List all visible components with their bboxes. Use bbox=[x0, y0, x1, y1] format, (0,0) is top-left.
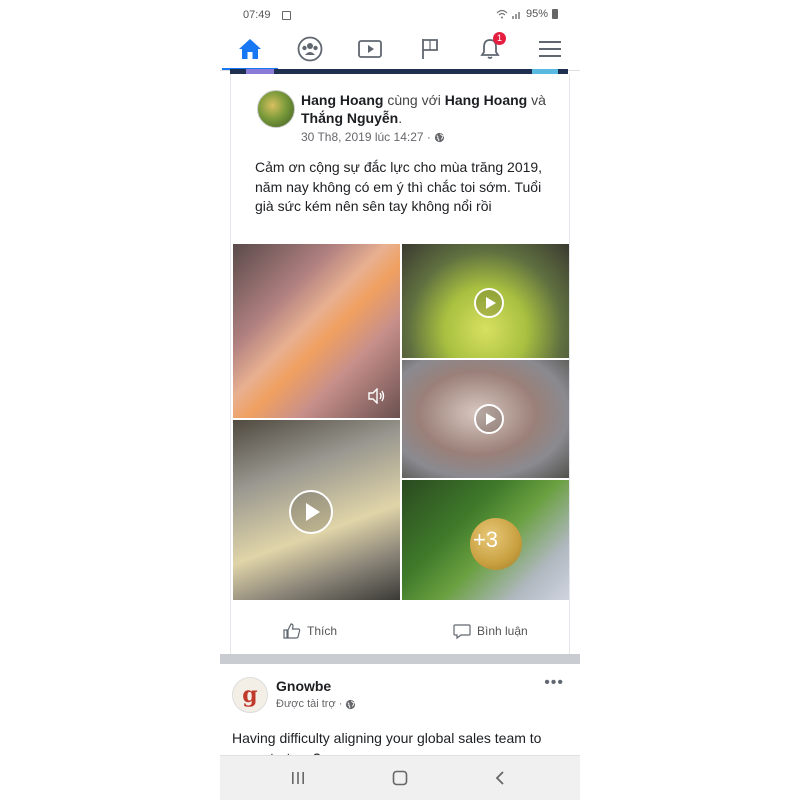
back-button[interactable] bbox=[480, 768, 520, 788]
like-label: Thích bbox=[307, 624, 338, 638]
media-video-3[interactable] bbox=[402, 360, 569, 478]
media-photo-more[interactable]: +3 bbox=[402, 480, 569, 600]
flag-icon bbox=[422, 39, 438, 59]
hamburger-menu-icon bbox=[539, 41, 561, 57]
more-options-icon[interactable]: ••• bbox=[544, 674, 564, 692]
watch-icon bbox=[358, 40, 382, 58]
status-right: 95% bbox=[496, 8, 558, 20]
comment-button[interactable]: Bình luận bbox=[453, 622, 528, 640]
play-icon[interactable] bbox=[474, 404, 504, 434]
sponsor-name[interactable]: Gnowbe bbox=[276, 678, 331, 694]
speaker-icon[interactable] bbox=[368, 388, 386, 404]
author-avatar[interactable] bbox=[257, 90, 295, 128]
sponsor-avatar-letter: g bbox=[242, 682, 258, 708]
nav-groups[interactable] bbox=[282, 30, 338, 68]
nav-notifications[interactable]: 1 bbox=[462, 30, 518, 68]
notification-badge: 1 bbox=[493, 32, 506, 45]
thumbs-up-icon bbox=[283, 623, 301, 639]
nav-home[interactable] bbox=[222, 30, 278, 70]
status-time: 07:49 bbox=[243, 9, 271, 21]
home-icon bbox=[239, 39, 261, 59]
and-word: và bbox=[531, 92, 546, 108]
groups-icon bbox=[297, 36, 323, 62]
post-date[interactable]: 30 Th8, 2019 lúc 14:27 · bbox=[301, 130, 431, 144]
globe-icon bbox=[346, 699, 356, 709]
tagged-person-1[interactable]: Hang Hoang bbox=[445, 92, 527, 108]
more-photos-count[interactable]: +3 bbox=[402, 480, 569, 600]
recent-apps-button[interactable] bbox=[278, 768, 318, 788]
status-bar: 07:49 95% bbox=[220, 0, 580, 30]
recent-apps-icon bbox=[292, 772, 304, 784]
sponsored-meta: Được tài trợ · bbox=[276, 698, 356, 710]
nav-pages[interactable] bbox=[402, 30, 458, 68]
post-actions: Thích Bình luận bbox=[231, 616, 569, 646]
author-name[interactable]: Hang Hoang bbox=[301, 92, 383, 108]
sponsor-avatar[interactable]: g bbox=[232, 677, 268, 713]
feed-post: Hang Hoang cùng với Hang Hoang và Thắng … bbox=[230, 74, 570, 654]
battery-icon bbox=[552, 9, 558, 19]
media-video-4[interactable] bbox=[233, 420, 400, 600]
tagged-person-2[interactable]: Thắng Nguyễn bbox=[301, 110, 398, 126]
wifi-icon bbox=[496, 9, 508, 19]
notification-icon bbox=[282, 11, 291, 20]
comment-label: Bình luận bbox=[477, 624, 528, 638]
post-text: Cảm ơn cộng sự đắc lực cho mùa trăng 201… bbox=[255, 159, 543, 214]
nav-watch[interactable] bbox=[342, 30, 398, 68]
play-icon[interactable] bbox=[474, 288, 504, 318]
with-word: cùng với bbox=[387, 92, 441, 108]
like-button[interactable]: Thích bbox=[283, 622, 337, 640]
media-video-1[interactable] bbox=[233, 244, 400, 418]
post-meta: 30 Th8, 2019 lúc 14:27 · bbox=[301, 130, 445, 144]
nav-menu[interactable] bbox=[522, 30, 578, 68]
phone-screen: 07:49 95% 1 Hang Hoang cùng với Hang Hoa… bbox=[220, 0, 580, 800]
battery-percent: 95% bbox=[525, 8, 548, 20]
sponsored-post: g Gnowbe Được tài trợ · ••• Having diffi… bbox=[220, 664, 580, 766]
home-square-icon bbox=[392, 770, 408, 786]
home-system-button[interactable] bbox=[380, 768, 420, 788]
top-nav: 1 bbox=[220, 30, 580, 71]
feed-separator bbox=[220, 654, 580, 664]
comment-icon bbox=[453, 624, 471, 640]
media-grid: +3 bbox=[233, 244, 569, 600]
post-header: Hang Hoang cùng với Hang Hoang và Thắng … bbox=[301, 91, 556, 127]
sponsored-label: Được tài trợ · bbox=[276, 698, 343, 710]
system-nav-bar bbox=[220, 755, 580, 800]
play-icon[interactable] bbox=[289, 490, 333, 534]
media-video-2[interactable] bbox=[402, 244, 569, 358]
header-period: . bbox=[398, 110, 403, 126]
back-icon bbox=[495, 771, 504, 785]
globe-icon bbox=[434, 132, 444, 142]
signal-icon bbox=[511, 12, 520, 19]
